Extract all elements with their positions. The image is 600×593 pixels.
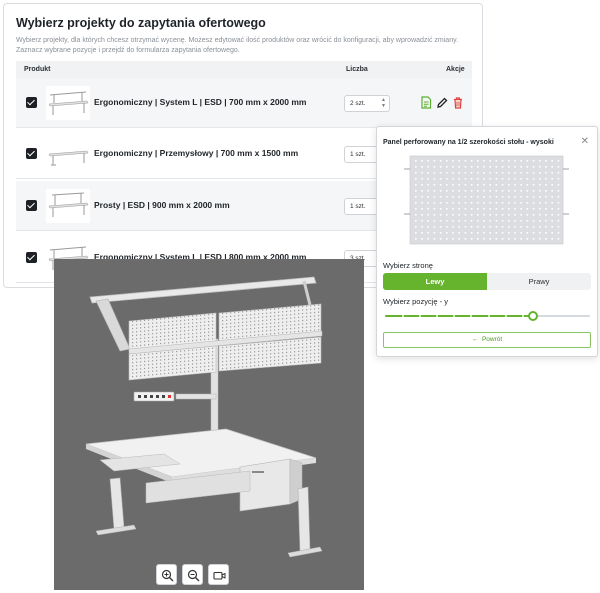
row-checkbox[interactable] <box>26 97 37 108</box>
slider-tick <box>436 315 439 317</box>
side-selector: Lewy Prawy <box>383 273 591 290</box>
slider-tick <box>470 315 473 317</box>
side-option-left[interactable]: Lewy <box>383 273 487 290</box>
slider-tick <box>453 315 456 317</box>
edit-icon[interactable] <box>436 96 448 109</box>
product-thumbnail <box>46 137 90 171</box>
delete-icon[interactable] <box>452 96 464 109</box>
zoom-out-button[interactable] <box>182 564 203 585</box>
product-name[interactable]: Ergonomiczny | System L | ESD | 700 mm x… <box>94 97 306 107</box>
slider-fill <box>385 315 533 317</box>
camera-button[interactable] <box>208 564 229 585</box>
quantity-value: 2 szt. <box>350 100 366 107</box>
quantity-value: 1 szt. <box>350 203 366 210</box>
workbench-3d-render <box>85 276 323 558</box>
table-header: Produkt Liczba Akcje <box>16 61 472 78</box>
page-description: Wybierz projekty, dla których chcesz otr… <box>16 37 459 54</box>
side-label: Wybierz stronę <box>383 261 433 270</box>
product-name[interactable]: Prosty | ESD | 900 mm x 2000 mm <box>94 200 230 210</box>
pegboard-preview-image <box>404 155 569 245</box>
product-thumbnail <box>46 86 90 120</box>
table-row: Ergonomiczny | System L | ESD | 700 mm x… <box>16 78 472 128</box>
slider-tick <box>521 315 524 317</box>
position-slider[interactable] <box>385 310 590 322</box>
slider-tick <box>487 315 490 317</box>
row-checkbox[interactable] <box>26 200 37 211</box>
zoom-in-button[interactable] <box>156 564 177 585</box>
close-icon[interactable]: ✕ <box>581 136 589 147</box>
document-icon[interactable] <box>420 96 432 109</box>
column-header-actions: Akcje <box>446 66 465 73</box>
page-title: Wybierz projekty do zapytania ofertowego <box>16 16 266 30</box>
slider-handle[interactable] <box>527 311 538 321</box>
camera-icon <box>213 571 226 580</box>
quantity-value: 1 szt. <box>350 151 366 158</box>
zoom-out-icon <box>187 569 200 582</box>
quantity-stepper[interactable]: 2 szt. ▲ ▼ <box>344 95 390 112</box>
product-name[interactable]: Ergonomiczny | Przemysłowy | 700 mm x 15… <box>94 148 298 158</box>
zoom-in-icon <box>161 569 174 582</box>
column-header-product: Produkt <box>24 66 51 73</box>
row-checkbox[interactable] <box>26 148 37 159</box>
slider-tick <box>504 315 507 317</box>
row-checkbox[interactable] <box>26 252 37 263</box>
side-option-right[interactable]: Prawy <box>487 273 591 290</box>
stepper-arrows-icon[interactable]: ▲ ▼ <box>381 97 386 109</box>
slider-tick <box>419 315 422 317</box>
back-button[interactable]: ← Powrót <box>383 332 591 348</box>
arrow-left-icon: ← <box>471 336 479 343</box>
panel-title: Panel perforowany na 1/2 szerokości stoł… <box>383 139 554 146</box>
column-header-quantity: Liczba <box>346 66 368 73</box>
configuration-panel: Panel perforowany na 1/2 szerokości stoł… <box>376 126 598 357</box>
product-thumbnail <box>46 189 90 223</box>
back-button-label: Powrót <box>481 336 503 343</box>
position-label: Wybierz pozycję - y <box>383 297 448 306</box>
slider-tick <box>402 315 405 317</box>
3d-viewer[interactable] <box>54 259 364 590</box>
